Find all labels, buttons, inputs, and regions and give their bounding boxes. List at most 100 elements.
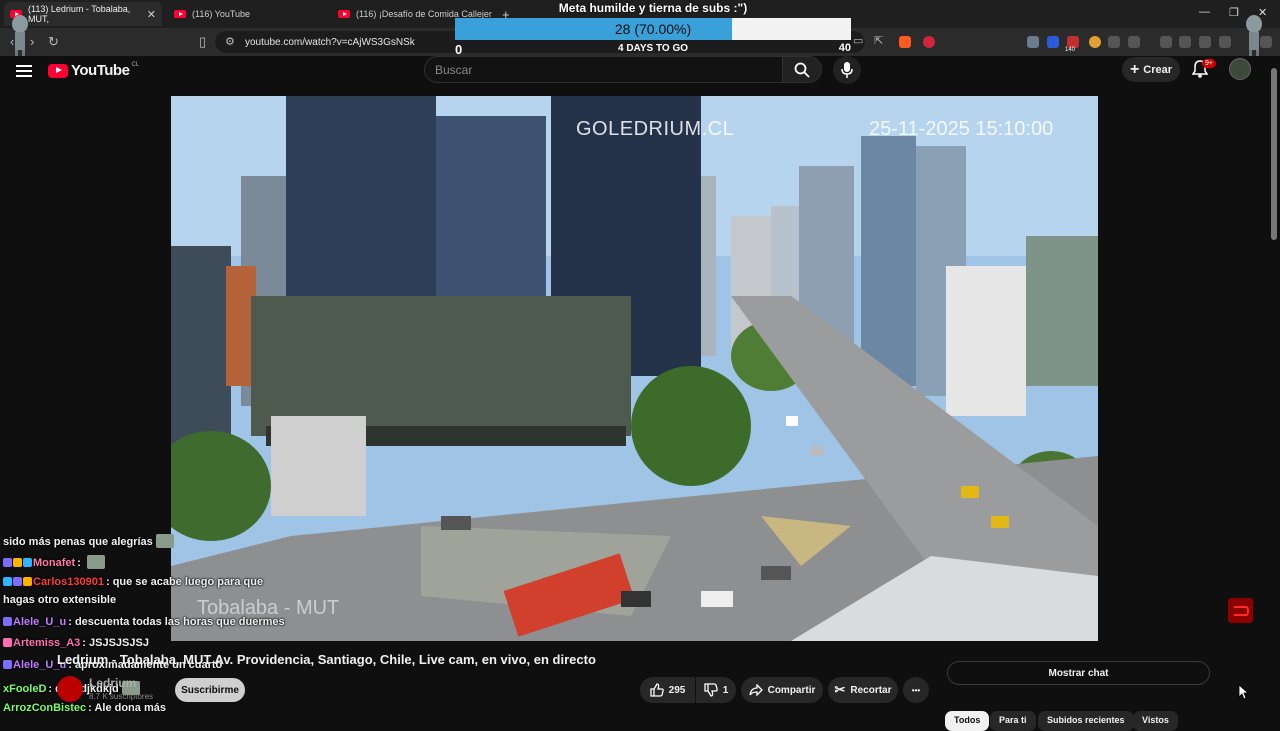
share-page-icon[interactable]: ⇱ — [874, 34, 883, 47]
youtube-favicon-icon — [338, 10, 350, 18]
subscriber-count: 8.7 K suscriptores — [89, 692, 154, 701]
chat-badge-icon — [3, 617, 12, 626]
chip-for-you[interactable]: Para ti — [990, 711, 1036, 731]
brave-shield-icon[interactable] — [899, 36, 911, 48]
maximize-icon[interactable]: ❐ — [1229, 6, 1239, 19]
chip-all[interactable]: Todos — [945, 711, 990, 731]
more-actions-button[interactable]: ••• — [903, 677, 929, 703]
chat-text: descuenta todas las horas que duermes — [74, 616, 285, 628]
chat-message: Artemiss_A3: JSJSJSJSJ — [3, 637, 149, 649]
translate-extension-icon[interactable] — [1027, 36, 1039, 48]
extension-icon[interactable] — [1128, 36, 1140, 48]
chat-badge-icon — [23, 558, 32, 567]
youtube-favicon-icon — [174, 10, 186, 18]
sidebar-icon[interactable] — [1179, 36, 1191, 48]
goal-progress-text: 28 (70.00%) — [614, 21, 692, 37]
dislike-button[interactable]: 1 — [696, 677, 736, 703]
search-icon — [794, 62, 810, 78]
extension-icon[interactable] — [1089, 36, 1101, 48]
chat-username[interactable]: Monafet — [33, 557, 75, 569]
chat-text: sido más penas que alegrías — [3, 536, 153, 548]
subscribe-button[interactable]: Suscribirme — [175, 678, 245, 702]
search-button[interactable] — [782, 56, 822, 83]
chat-badge-icon — [3, 577, 12, 586]
browser-tab[interactable]: (116) YouTube — [168, 2, 328, 26]
chat-username[interactable]: ArrozConBistec — [3, 702, 86, 714]
chat-badge-icon — [3, 638, 12, 647]
chat-username[interactable]: Carlos130901 — [33, 576, 104, 588]
audio-extension-icon[interactable] — [1047, 36, 1059, 48]
share-label: Compartir — [767, 684, 816, 696]
youtube-header: YouTube CL + Crear 9+ — [0, 56, 1280, 96]
thumbs-up-icon — [650, 683, 664, 697]
goal-title: Meta humilde y tierna de subs :") — [558, 1, 748, 15]
video-title: Ledrium - Tobalaba, MUT Av. Providencia,… — [57, 652, 596, 667]
chat-text: hagas otro extensible — [3, 594, 117, 606]
wallet-icon[interactable] — [1199, 36, 1211, 48]
channel-avatar[interactable] — [57, 676, 83, 702]
extension-badge: 140 — [1065, 47, 1076, 53]
plus-icon: + — [1129, 60, 1140, 78]
create-button[interactable]: + Crear — [1122, 57, 1180, 82]
chat-separator: : — [68, 616, 75, 628]
close-tab-icon[interactable]: ✕ — [147, 8, 156, 21]
camera-watermark: GOLEDRIUM.CL — [576, 118, 735, 140]
page-scrollbar[interactable] — [1271, 68, 1277, 240]
goal-days-left: 4 DAYS TO GO — [617, 43, 689, 54]
youtube-logo-icon — [48, 63, 68, 78]
chat-message: Alele_U_u: descuenta todas las horas que… — [3, 616, 285, 628]
chat-username[interactable]: xFooleD — [3, 683, 46, 695]
chat-badge-icon — [13, 577, 22, 586]
like-button[interactable]: 295 — [640, 677, 695, 703]
chat-message: Monafet: — [3, 555, 105, 569]
chip-recent[interactable]: Subidos recientes — [1038, 711, 1134, 731]
chat-badge-icon — [13, 558, 22, 567]
dislike-count: 1 — [722, 684, 729, 696]
rewards-icon[interactable] — [923, 36, 935, 48]
chip-watched[interactable]: Vistos — [1133, 711, 1178, 731]
chat-separator: : — [105, 576, 113, 588]
chat-text: que se acabe luego para que — [112, 576, 264, 588]
chat-username[interactable]: Artemiss_A3 — [13, 637, 80, 649]
chat-badge-icon — [3, 660, 12, 669]
chat-message: ArrozConBistec: Ale dona más — [3, 702, 166, 714]
chat-text: JSJSJSJSJ — [89, 637, 149, 649]
reload-icon[interactable]: ↻ — [48, 34, 59, 50]
show-chat-button[interactable]: Mostrar chat — [947, 661, 1210, 685]
youtube-logo[interactable]: YouTube CL — [48, 62, 139, 79]
clip-button[interactable]: ✂ Recortar — [828, 677, 898, 703]
goal-max: 40 — [838, 42, 851, 54]
ai-icon[interactable] — [1219, 36, 1231, 48]
voice-search-button[interactable] — [833, 56, 861, 84]
account-avatar[interactable] — [1229, 58, 1251, 80]
microphone-icon — [841, 62, 853, 78]
chat-badge-icon — [3, 558, 12, 567]
like-count: 295 — [668, 684, 686, 696]
cast-icon[interactable]: ▭ — [853, 34, 863, 47]
music-icon[interactable] — [1160, 36, 1172, 48]
camera-timestamp: 25-11-2025 15:10:00 — [869, 118, 1054, 140]
live-camera-image — [171, 96, 1098, 641]
url-text: youtube.com/watch?v=cAjWS3GsNSk — [245, 36, 415, 48]
tab-title: (116) YouTube — [192, 9, 251, 19]
chat-separator: : — [77, 557, 84, 569]
notifications-badge: 9+ — [1202, 59, 1216, 68]
chat-username[interactable]: Alele_U_u — [13, 616, 66, 628]
clip-label: Recortar — [850, 684, 892, 696]
chat-separator: : — [82, 637, 89, 649]
hamburger-menu-icon[interactable] — [16, 65, 32, 77]
search-input[interactable] — [424, 56, 782, 83]
chat-emote-icon — [86, 555, 105, 569]
share-icon — [748, 684, 763, 696]
youtube-wordmark: YouTube — [71, 62, 130, 79]
channel-name[interactable]: Ledrium — [89, 676, 136, 690]
extensions-puzzle-icon[interactable] — [1108, 36, 1120, 48]
video-player[interactable]: GOLEDRIUM.CL 25-11-2025 15:10:00 Tobalab… — [171, 96, 1098, 641]
share-button[interactable]: Compartir — [741, 677, 823, 703]
stream-overlay-logo-icon — [1228, 598, 1253, 623]
bookmark-icon[interactable]: ▯ — [199, 34, 206, 50]
chat-message: sido más penas que alegrías — [3, 534, 174, 548]
region-code: CL — [131, 62, 140, 68]
minimize-icon[interactable]: — — [1199, 6, 1210, 18]
site-info-icon[interactable]: ⚙ — [225, 35, 235, 48]
